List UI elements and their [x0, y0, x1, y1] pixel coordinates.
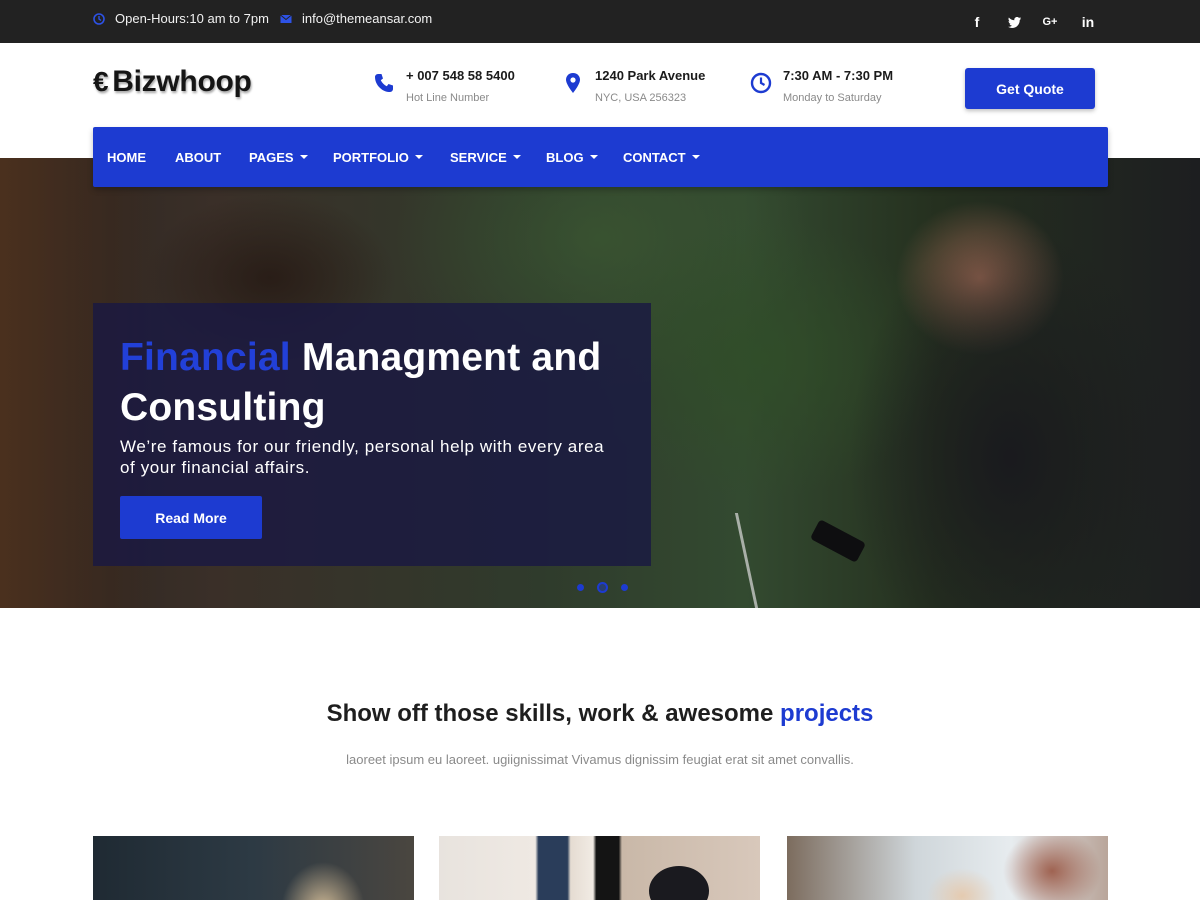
- caret-down-icon: [512, 155, 521, 159]
- nav-item-label: HOME: [107, 149, 146, 165]
- project-image-detail: [649, 866, 709, 900]
- hero-title: Financial Managment and Consulting: [120, 333, 640, 433]
- hero-caption: Financial Managment and Consulting We’re…: [93, 303, 651, 566]
- nav-item-contact[interactable]: CONTACT: [623, 127, 700, 187]
- address-street: 1240 Park Avenue: [595, 68, 706, 83]
- caret-down-icon: [589, 155, 598, 159]
- project-card-3[interactable]: [787, 836, 1108, 900]
- business-hours-info: 7:30 AM - 7:30 PM Monday to Saturday: [750, 66, 920, 110]
- nav-item-label: PORTFOLIO: [333, 149, 409, 165]
- nav-item-label: SERVICE: [450, 149, 507, 165]
- nav-item-home[interactable]: HOME: [107, 127, 146, 187]
- nav-item-label: PAGES: [249, 149, 294, 165]
- business-hours: 7:30 AM - 7:30 PM: [783, 68, 894, 83]
- section-title-accent: projects: [780, 700, 874, 727]
- caret-down-icon: [299, 155, 308, 159]
- nav-item-about[interactable]: ABOUT: [175, 127, 221, 187]
- project-card-1[interactable]: [93, 836, 414, 900]
- hero-title-accent: Financial: [120, 336, 291, 379]
- nav-item-portfolio[interactable]: PORTFOLIO: [333, 127, 423, 187]
- nav-item-service[interactable]: SERVICE: [450, 127, 521, 187]
- envelope-icon: [280, 14, 292, 23]
- clock-icon: [750, 72, 772, 94]
- slider-pagination: [577, 582, 641, 593]
- caret-down-icon: [414, 155, 423, 159]
- email-contact[interactable]: info@themeansar.com: [280, 0, 432, 37]
- slider-dot-2[interactable]: [597, 582, 608, 593]
- hero-slider: Financial Managment and Consulting We’re…: [0, 158, 1200, 608]
- phone-icon: [375, 74, 393, 92]
- business-days: Monday to Saturday: [783, 92, 882, 104]
- nav-item-label: BLOG: [546, 149, 584, 165]
- euro-logo-icon: €: [93, 66, 109, 97]
- projects-section-title: Show off those skills, work & awesome pr…: [0, 700, 1200, 728]
- clock-icon: [93, 12, 105, 25]
- opening-hours: Open-Hours:10 am to 7pm: [93, 0, 269, 37]
- read-more-button[interactable]: Read More: [120, 496, 262, 539]
- address-info: 1240 Park Avenue NYC, USA 256323: [562, 66, 732, 110]
- section-title-main: Show off those skills, work & awesome: [326, 700, 774, 727]
- nav-item-label: ABOUT: [175, 149, 222, 165]
- logo-text: Bizwhoop: [112, 65, 252, 98]
- facebook-icon[interactable]: f: [968, 13, 986, 31]
- hotline-label: Hot Line Number: [406, 92, 490, 104]
- location-pin-icon: [566, 73, 580, 93]
- nav-item-pages[interactable]: PAGES: [249, 127, 308, 187]
- laptop-illustration: [734, 513, 866, 608]
- hotline-info: + 007 548 58 5400 Hot Line Number: [373, 66, 543, 110]
- address-city: NYC, USA 256323: [595, 92, 687, 104]
- main-navigation: HOME ABOUT PAGES PORTFOLIO SERVICE BLOG …: [93, 127, 1108, 187]
- slider-dot-1[interactable]: [577, 584, 584, 591]
- hotline-number[interactable]: + 007 548 58 5400: [406, 68, 515, 83]
- hero-description: We’re famous for our friendly, personal …: [120, 437, 605, 477]
- nav-item-blog[interactable]: BLOG: [546, 127, 598, 187]
- linkedin-icon[interactable]: in: [1078, 13, 1098, 31]
- site-logo[interactable]: € Bizwhoop: [93, 62, 252, 102]
- email-link[interactable]: info@themeansar.com: [302, 11, 432, 26]
- opening-hours-text: Open-Hours:10 am to 7pm: [115, 11, 269, 26]
- get-quote-button[interactable]: Get Quote: [965, 68, 1095, 109]
- project-card-2[interactable]: [439, 836, 760, 900]
- slider-dot-3[interactable]: [621, 584, 628, 591]
- projects-section-subtitle: laoreet ipsum eu laoreet. ugiignissimat …: [346, 752, 854, 767]
- google-plus-icon[interactable]: G+: [1040, 13, 1060, 31]
- top-bar: Open-Hours:10 am to 7pm info@themeansar.…: [0, 0, 1200, 43]
- twitter-icon[interactable]: [1005, 13, 1023, 31]
- caret-down-icon: [691, 155, 700, 159]
- nav-item-label: CONTACT: [623, 149, 686, 165]
